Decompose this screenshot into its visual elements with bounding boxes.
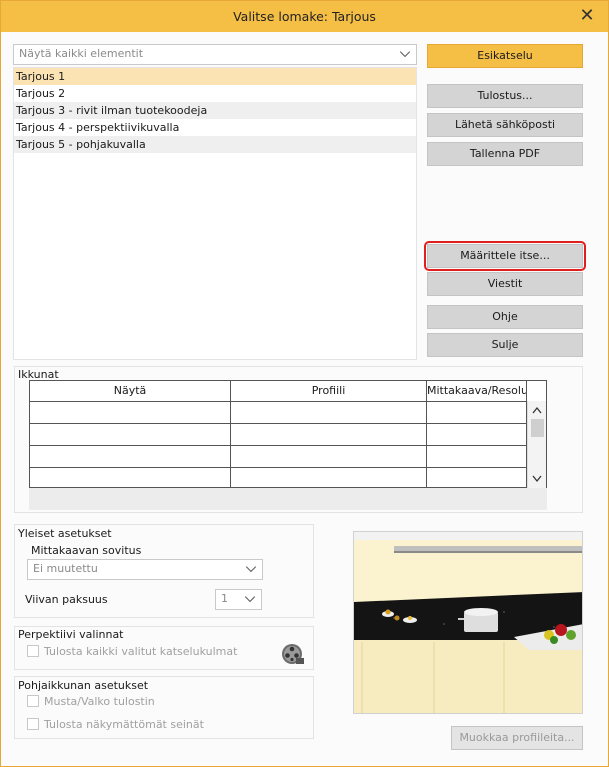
- close-icon[interactable]: ✕: [576, 5, 598, 27]
- bw-printer-checkbox[interactable]: Musta/Valko tulostin: [27, 695, 155, 708]
- line-width-label: Viivan paksuus: [25, 593, 108, 606]
- filter-dropdown-value: Näytä kaikki elementit: [19, 47, 144, 60]
- list-item[interactable]: Tarjous 3 - rivit ilman tuotekoodeja: [14, 102, 416, 119]
- line-width-value: 1: [221, 592, 228, 605]
- table-footer: [29, 488, 547, 510]
- kitchen-preview-image: [353, 531, 583, 714]
- chevron-down-icon: [244, 596, 256, 603]
- filter-dropdown[interactable]: Näytä kaikki elementit: [13, 44, 417, 65]
- bw-printer-label: Musta/Valko tulostin: [44, 695, 155, 708]
- send-email-button[interactable]: Lähetä sähköposti: [427, 113, 583, 137]
- general-settings-label: Yleiset asetukset: [18, 527, 112, 540]
- scale-fit-dropdown[interactable]: Ei muutettu: [27, 559, 263, 580]
- floorplan-label: Pohjaikkunan asetukset: [18, 679, 149, 692]
- checkbox-box[interactable]: [27, 718, 39, 730]
- column-header-scale[interactable]: Mittakaava/Resoluutio: [427, 381, 527, 401]
- windows-table[interactable]: Näytä Profiili Mittakaava/Resoluutio: [29, 380, 547, 488]
- print-all-views-checkbox[interactable]: Tulosta kaikki valitut katselukulmat: [27, 645, 237, 658]
- film-reel-icon[interactable]: [281, 642, 305, 666]
- table-row: [30, 423, 527, 424]
- print-button[interactable]: Tulostus...: [427, 84, 583, 108]
- checkbox-box[interactable]: [27, 695, 39, 707]
- perspective-label: Perpektiivi valinnat: [18, 628, 124, 641]
- hidden-walls-label: Tulosta näkymättömät seinät: [44, 718, 204, 731]
- save-pdf-button[interactable]: Tallenna PDF: [427, 142, 583, 166]
- column-divider: [426, 401, 427, 488]
- column-header-profile[interactable]: Profiili: [231, 381, 427, 401]
- print-all-views-label: Tulosta kaikki valitut katselukulmat: [44, 645, 238, 658]
- scale-fit-label: Mittakaavan sovitus: [31, 544, 142, 557]
- table-row: [30, 445, 527, 446]
- help-button[interactable]: Ohje: [427, 305, 583, 329]
- hidden-walls-checkbox[interactable]: Tulosta näkymättömät seinät: [27, 718, 204, 731]
- table-row: [30, 467, 527, 468]
- scale-fit-value: Ei muutettu: [33, 562, 98, 575]
- list-item[interactable]: Tarjous 1: [14, 68, 416, 85]
- scroll-down-icon[interactable]: [529, 472, 546, 486]
- scroll-up-icon[interactable]: [529, 403, 546, 417]
- form-list[interactable]: Tarjous 1 Tarjous 2 Tarjous 3 - rivit il…: [13, 67, 417, 360]
- list-item[interactable]: Tarjous 2: [14, 85, 416, 102]
- kitchen-render: [354, 532, 582, 713]
- column-divider: [230, 401, 231, 488]
- table-row: [30, 401, 527, 402]
- title-bar: Valitse lomake: Tarjous ✕: [1, 1, 608, 32]
- window-title: Valitse lomake: Tarjous: [233, 9, 376, 24]
- checkbox-box[interactable]: [27, 645, 39, 657]
- define-button[interactable]: Määrittele itse...: [427, 244, 583, 268]
- close-button[interactable]: Sulje: [427, 333, 583, 357]
- scroll-thumb[interactable]: [531, 419, 544, 437]
- chevron-down-icon: [245, 566, 257, 573]
- edit-profiles-button[interactable]: Muokkaa profiileita...: [451, 726, 583, 750]
- line-width-dropdown[interactable]: 1: [215, 589, 262, 610]
- chevron-down-icon: [399, 51, 411, 58]
- list-item[interactable]: Tarjous 5 - pohjakuvalla: [14, 136, 416, 153]
- dialog-window: Valitse lomake: Tarjous ✕ Näytä kaikki e…: [0, 0, 609, 767]
- preview-button[interactable]: Esikatselu: [427, 44, 583, 68]
- column-header-show[interactable]: Näytä: [30, 381, 231, 401]
- list-item[interactable]: Tarjous 4 - perspektiivikuvalla: [14, 119, 416, 136]
- table-scrollbar[interactable]: [527, 401, 546, 488]
- messages-button[interactable]: Viestit: [427, 272, 583, 296]
